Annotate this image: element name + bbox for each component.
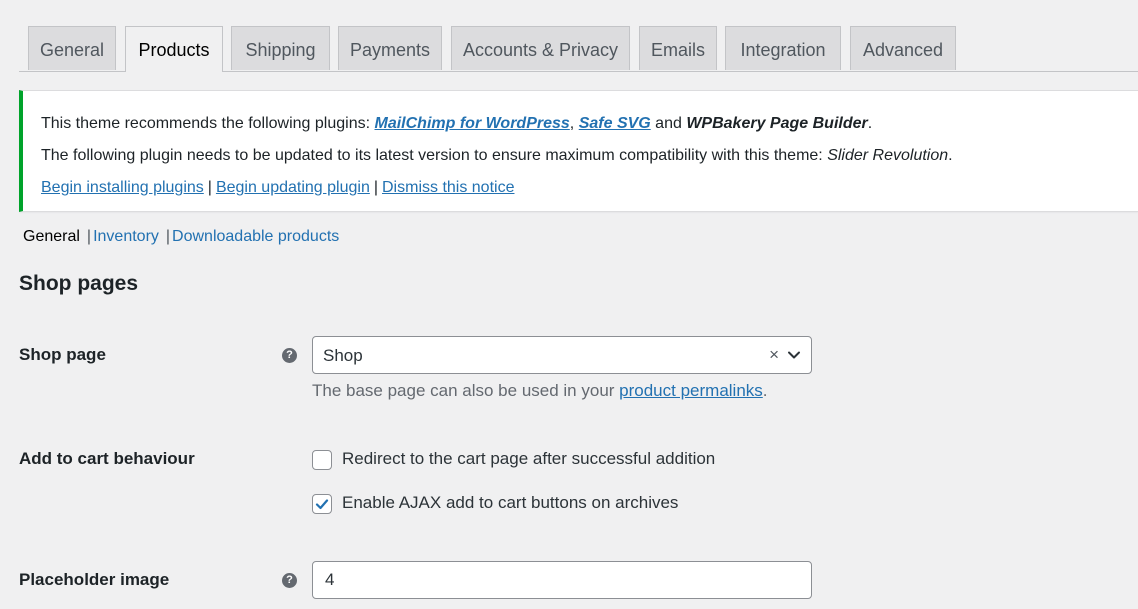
product-permalinks-link[interactable]: product permalinks (619, 381, 763, 400)
and-text: and (650, 115, 687, 132)
plugin-notice: This theme recommends the following plug… (19, 90, 1138, 212)
subnav-separator: | (165, 228, 171, 245)
settings-tabs: General Products Shipping Payments Accou… (19, 26, 1138, 72)
period-2: . (948, 147, 953, 164)
question-icon[interactable]: ? (282, 573, 297, 588)
notice-recommend-line: This theme recommends the following plug… (41, 115, 872, 133)
subnav-downloadable-products[interactable]: Downloadable products (172, 228, 339, 245)
section-title: Shop pages (19, 272, 139, 295)
clear-icon[interactable]: × (769, 345, 779, 365)
tab-accounts-privacy[interactable]: Accounts & Privacy (451, 26, 630, 70)
shop-page-description: The base page can also be used in your p… (312, 381, 768, 401)
comma: , (569, 115, 575, 132)
checkmark-icon (315, 499, 329, 510)
redirect-checkbox[interactable] (312, 450, 332, 470)
chevron-down-icon[interactable] (787, 348, 801, 362)
wpbakery-name: WPBakery Page Builder (686, 115, 868, 132)
mailchimp-link[interactable]: MailChimp for WordPress (375, 115, 570, 132)
period: . (867, 115, 873, 132)
notice-update-line: The following plugin needs to be updated… (41, 147, 953, 165)
dismiss-notice-link[interactable]: Dismiss this notice (382, 179, 514, 196)
subnav-general[interactable]: General (23, 228, 80, 245)
tab-general[interactable]: General (28, 26, 116, 70)
ajax-checkbox[interactable] (312, 494, 332, 514)
placeholder-image-label: Placeholder image (19, 570, 170, 589)
tab-payments[interactable]: Payments (338, 26, 442, 70)
slider-revolution-name: Slider Revolution (827, 147, 949, 164)
description-suffix: . (762, 381, 768, 400)
notice-recommend-text: This theme recommends the following plug… (41, 115, 375, 132)
separator: | (373, 179, 378, 196)
question-icon[interactable]: ? (282, 348, 297, 363)
subnav-separator: | (86, 228, 92, 245)
redirect-option-label[interactable]: Redirect to the cart page after successf… (342, 449, 715, 469)
add-to-cart-label: Add to cart behaviour (19, 449, 195, 468)
shop-page-label: Shop page (19, 345, 106, 364)
safe-svg-link[interactable]: Safe SVG (579, 115, 651, 132)
begin-installing-link[interactable]: Begin installing plugins (41, 179, 204, 196)
tab-advanced[interactable]: Advanced (850, 26, 956, 70)
ajax-option-label[interactable]: Enable AJAX add to cart buttons on archi… (342, 493, 678, 513)
subnav-inventory[interactable]: Inventory (93, 228, 159, 245)
products-subnav: General | Inventory | Downloadable products (23, 228, 339, 246)
placeholder-image-input[interactable] (312, 561, 812, 599)
shop-page-selected-value: Shop (323, 346, 363, 365)
notice-update-text: The following plugin needs to be updated… (41, 147, 828, 164)
separator: | (207, 179, 212, 196)
description-text: The base page can also be used in your (312, 381, 620, 400)
tab-products[interactable]: Products (125, 26, 223, 72)
tab-shipping[interactable]: Shipping (231, 26, 330, 70)
begin-updating-link[interactable]: Begin updating plugin (216, 179, 370, 196)
tab-integration[interactable]: Integration (725, 26, 841, 70)
notice-actions: Begin installing plugins | Begin updating … (41, 179, 514, 197)
shop-page-select[interactable]: Shop × (312, 336, 812, 374)
tab-emails[interactable]: Emails (639, 26, 717, 70)
